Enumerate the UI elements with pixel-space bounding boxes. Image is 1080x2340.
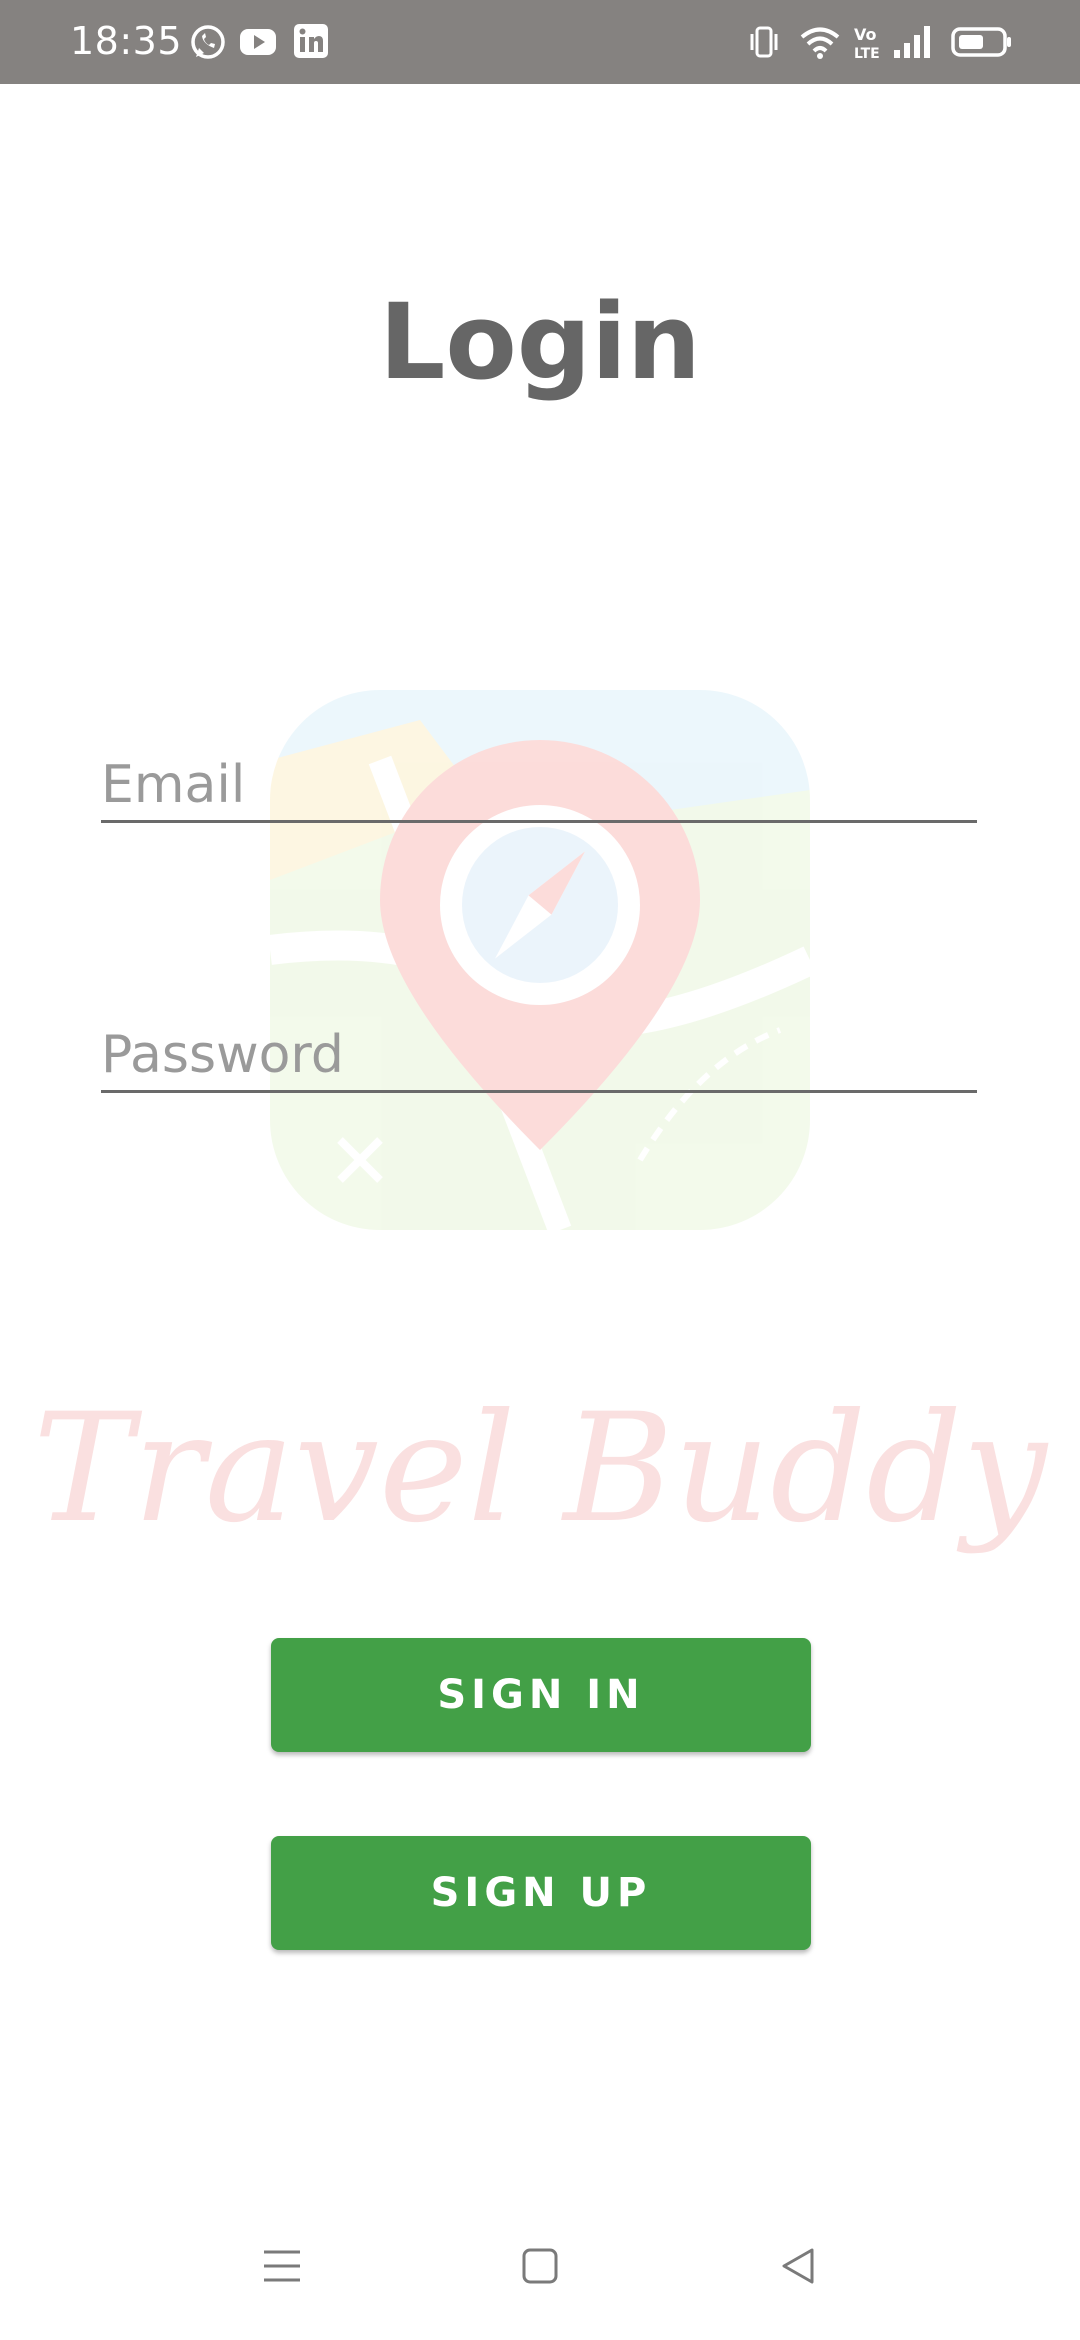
sign-in-button[interactable]: SIGN IN bbox=[271, 1638, 811, 1752]
home-icon[interactable] bbox=[520, 2244, 560, 2288]
sign-up-button[interactable]: SIGN UP bbox=[271, 1836, 811, 1950]
password-field[interactable] bbox=[101, 1020, 977, 1093]
navigation-bar bbox=[0, 2220, 1080, 2330]
watermark-text: Travel Buddy bbox=[33, 1382, 1049, 1556]
back-icon[interactable] bbox=[778, 2244, 818, 2288]
email-field[interactable] bbox=[101, 750, 977, 823]
menu-icon[interactable] bbox=[262, 2244, 302, 2288]
